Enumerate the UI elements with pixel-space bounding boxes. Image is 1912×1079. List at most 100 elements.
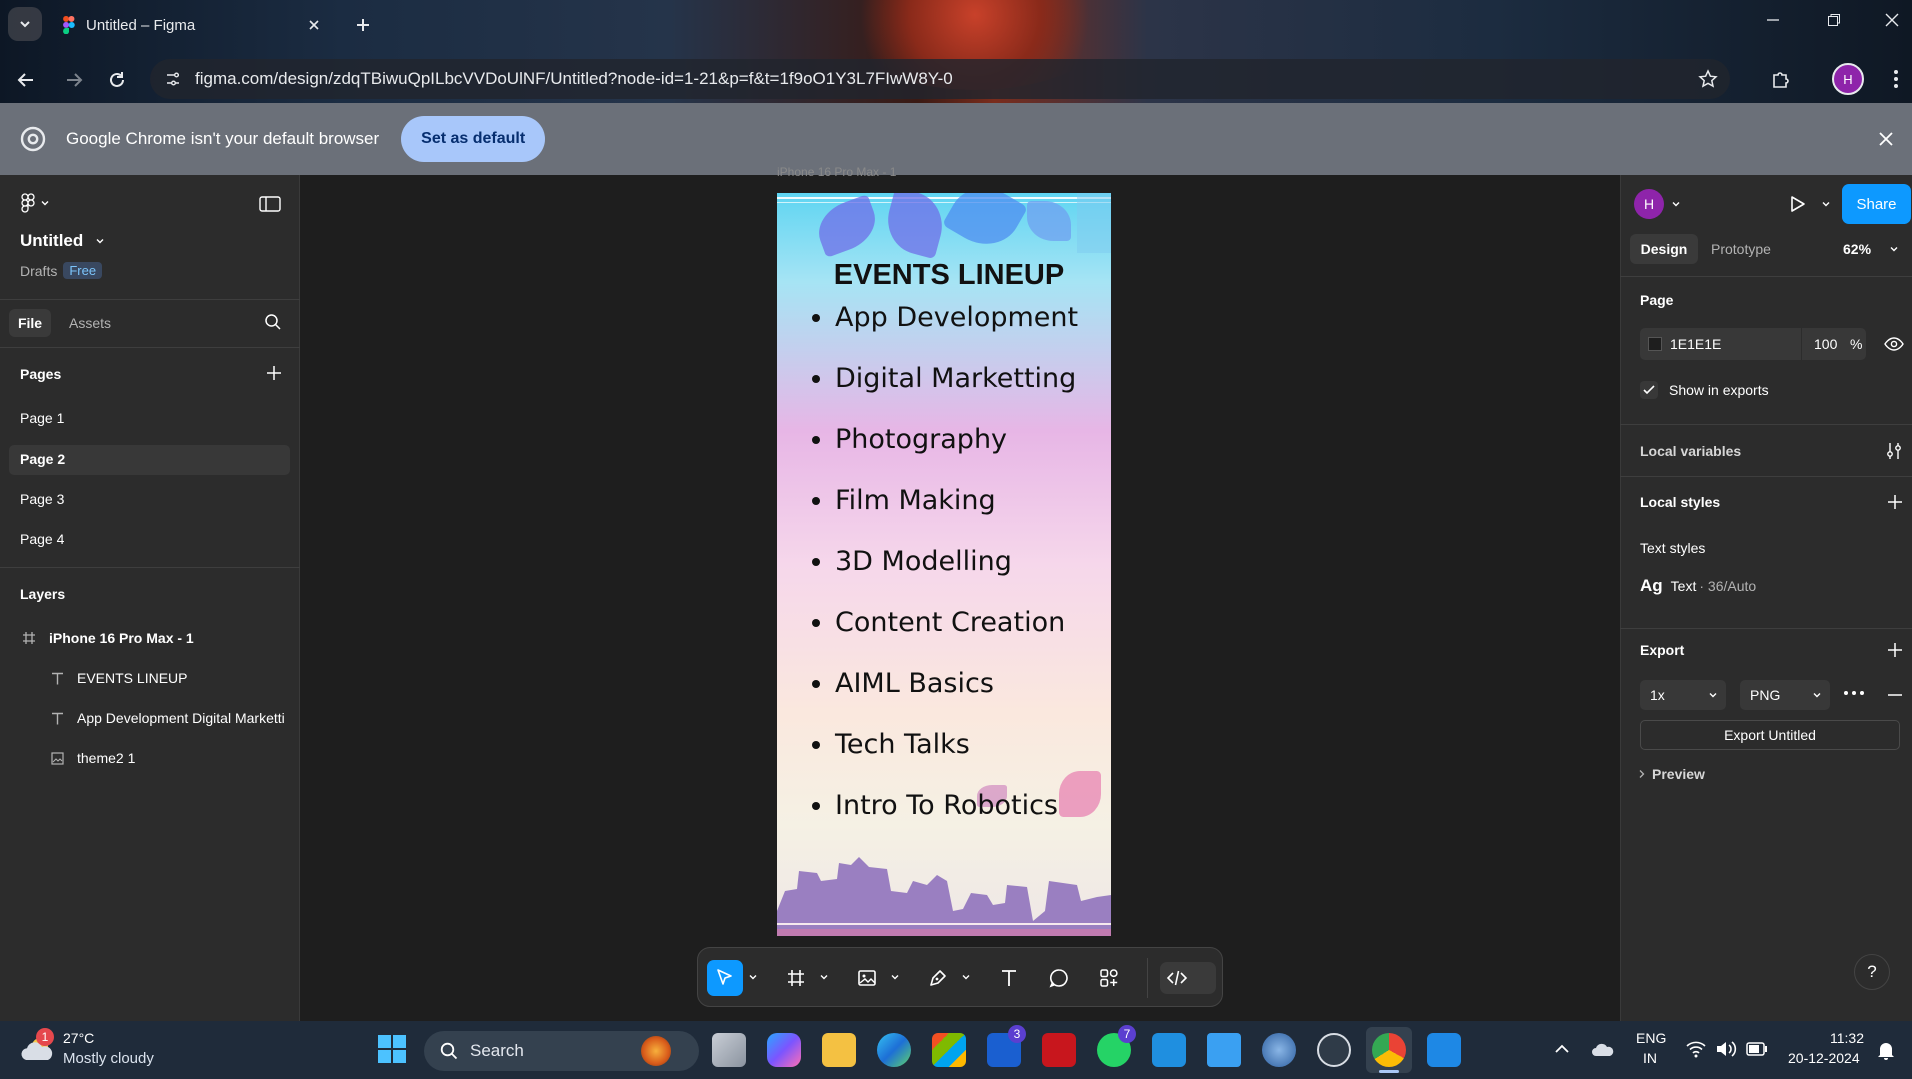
extensions-button[interactable] <box>1770 68 1792 90</box>
comment-tool-button[interactable] <box>1041 960 1077 996</box>
eye-icon[interactable] <box>1884 336 1904 352</box>
address-bar[interactable]: figma.com/design/zdqTBiwuQpILbcVVDoUlNF/… <box>150 59 1730 99</box>
page-item[interactable]: Page 1 <box>20 410 64 426</box>
file-location[interactable]: Drafts <box>20 263 57 279</box>
weather-widget[interactable]: 1 <box>20 1028 56 1066</box>
clock-time[interactable]: 11:32 <box>1830 1030 1864 1046</box>
tab-design[interactable]: Design <box>1630 234 1698 264</box>
region[interactable]: IN <box>1643 1050 1657 1066</box>
app-icon[interactable] <box>1262 1033 1296 1067</box>
move-tool-button[interactable] <box>707 960 743 996</box>
layer-row[interactable]: theme2 1 <box>51 750 135 766</box>
close-tab-icon[interactable] <box>308 19 320 31</box>
minus-icon[interactable] <box>1887 687 1903 703</box>
page-item[interactable]: Page 4 <box>20 531 64 547</box>
layer-row[interactable]: EVENTS LINEUP <box>51 670 187 686</box>
color-swatch[interactable] <box>1648 337 1662 351</box>
chatgpt-icon[interactable] <box>1317 1033 1351 1067</box>
add-page-button[interactable] <box>266 365 282 381</box>
edge-icon[interactable] <box>877 1033 911 1067</box>
page-item[interactable]: Page 3 <box>20 491 64 507</box>
onedrive-icon[interactable] <box>1591 1039 1615 1059</box>
wifi-icon[interactable] <box>1686 1040 1706 1058</box>
tab-file[interactable]: File <box>9 309 51 337</box>
task-view-icon[interactable] <box>712 1033 746 1067</box>
bookmark-star-icon[interactable] <box>1698 69 1718 89</box>
site-settings-icon[interactable] <box>164 70 182 88</box>
remote-desktop-icon[interactable] <box>1152 1033 1186 1067</box>
export-format-select[interactable]: PNG <box>1740 680 1830 710</box>
image-tool-button[interactable] <box>849 960 885 996</box>
tab-search-button[interactable] <box>8 7 42 41</box>
show-in-exports-checkbox[interactable] <box>1640 381 1658 399</box>
set-as-default-button[interactable]: Set as default <box>401 116 546 162</box>
layer-row[interactable]: App Development Digital Marketti <box>51 710 300 726</box>
poster-event-list[interactable]: App Development Digital Marketting Photo… <box>835 287 1078 836</box>
chrome-taskbar-icon[interactable] <box>1372 1033 1406 1067</box>
text-tool-button[interactable] <box>991 960 1027 996</box>
volume-icon[interactable] <box>1715 1040 1737 1058</box>
layer-row[interactable]: iPhone 16 Pro Max - 1 <box>22 630 194 646</box>
frame-tool-button[interactable] <box>778 960 814 996</box>
forward-button[interactable] <box>64 70 84 90</box>
browser-tab[interactable]: Untitled – Figma <box>50 6 332 44</box>
preview-toggle[interactable]: Preview <box>1638 766 1705 782</box>
clock-date[interactable]: 20-12-2024 <box>1788 1050 1860 1066</box>
poster-frame[interactable]: EVENTS LINEUP App Development Digital Ma… <box>777 193 1111 936</box>
browser-menu-button[interactable] <box>1893 68 1899 90</box>
plus-icon[interactable] <box>1887 494 1903 510</box>
whatsapp-icon[interactable]: 7 <box>1097 1025 1136 1067</box>
close-window-button[interactable] <box>1884 12 1900 28</box>
pen-tool-button[interactable] <box>920 960 956 996</box>
snip-tool-icon[interactable] <box>1207 1033 1241 1067</box>
copilot-icon[interactable] <box>767 1033 801 1067</box>
chevron-down-icon[interactable] <box>1821 199 1831 209</box>
chevron-down-icon[interactable] <box>819 972 829 982</box>
variables-settings-icon[interactable] <box>1886 442 1902 460</box>
share-button[interactable]: Share <box>1842 184 1911 224</box>
user-avatar[interactable]: H <box>1634 189 1664 219</box>
local-variables-label[interactable]: Local variables <box>1640 443 1741 459</box>
weather-desc[interactable]: Mostly cloudy <box>63 1050 154 1067</box>
chevron-down-icon[interactable] <box>1671 199 1681 209</box>
chevron-down-icon[interactable] <box>890 972 900 982</box>
notification-bell-icon[interactable] <box>1877 1040 1895 1060</box>
tab-assets[interactable]: Assets <box>69 315 111 331</box>
actions-button[interactable] <box>1091 960 1127 996</box>
new-tab-button[interactable] <box>346 8 380 42</box>
back-button[interactable] <box>16 70 36 90</box>
infobar-close-button[interactable] <box>1878 131 1894 147</box>
chevron-down-icon[interactable] <box>748 972 758 982</box>
battery-icon[interactable] <box>1746 1042 1768 1056</box>
chevron-down-icon[interactable] <box>1889 244 1899 254</box>
file-explorer-icon[interactable] <box>822 1033 856 1067</box>
language[interactable]: ENG <box>1636 1030 1666 1046</box>
play-icon[interactable] <box>1787 194 1807 214</box>
search-layers-button[interactable] <box>264 313 282 331</box>
page-color-value[interactable]: 1E1E1E <box>1670 336 1721 352</box>
start-button[interactable] <box>377 1034 407 1064</box>
page-opacity-value[interactable]: 100 <box>1814 336 1837 352</box>
frame-label[interactable]: iPhone 16 Pro Max - 1 <box>777 165 896 179</box>
help-button[interactable]: ? <box>1854 954 1890 990</box>
restore-button[interactable] <box>1826 12 1842 28</box>
file-name-button[interactable]: Untitled <box>20 231 105 251</box>
reload-button[interactable] <box>107 70 127 90</box>
chevron-up-icon[interactable] <box>1554 1043 1570 1055</box>
profile-avatar[interactable]: H <box>1832 63 1864 95</box>
weather-temp[interactable]: 27°C <box>63 1030 94 1046</box>
chevron-down-icon[interactable] <box>961 972 971 982</box>
tab-prototype[interactable]: Prototype <box>1711 241 1771 257</box>
learning-app-icon[interactable]: 3 <box>987 1025 1026 1067</box>
main-menu-button[interactable] <box>20 193 50 213</box>
dev-mode-toggle[interactable] <box>1160 962 1216 994</box>
page-fill-field[interactable]: 1E1E1E 100 % <box>1640 328 1866 360</box>
text-style-item[interactable]: Ag Text · 36/Auto <box>1640 576 1756 596</box>
mcafee-icon[interactable] <box>1042 1033 1076 1067</box>
export-scale-select[interactable]: 1x <box>1640 680 1726 710</box>
plus-icon[interactable] <box>1887 642 1903 658</box>
export-button[interactable]: Export Untitled <box>1640 720 1900 750</box>
taskbar-search-box[interactable]: Search <box>424 1031 699 1071</box>
store-icon[interactable] <box>932 1033 966 1067</box>
vscode-icon[interactable] <box>1427 1033 1461 1067</box>
